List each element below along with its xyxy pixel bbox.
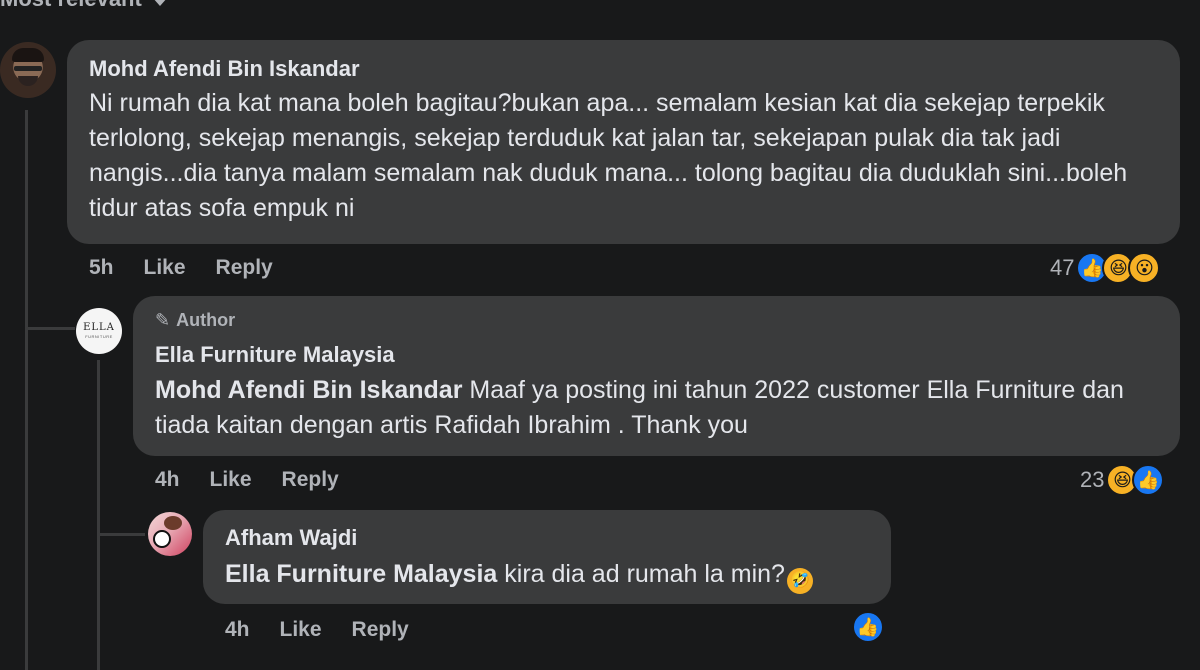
reaction-summary[interactable]: 47 👍 😆 😮 xyxy=(1050,252,1161,284)
like-icon: 👍 xyxy=(852,611,884,643)
reply-button[interactable]: Reply xyxy=(282,468,339,492)
avatar-logo-subtext: FURNITURE xyxy=(85,334,113,339)
like-icon: 👍 xyxy=(1132,464,1165,496)
wow-icon: 😮 xyxy=(1128,252,1161,284)
comment-text: Ella Furniture Malaysia kira dia ad ruma… xyxy=(225,557,885,594)
reaction-summary[interactable]: 👍 xyxy=(852,611,884,643)
reaction-summary[interactable]: 23 😆 👍 xyxy=(1080,464,1165,496)
comment-text: Mohd Afendi Bin Iskandar Maaf ya posting… xyxy=(155,373,1165,443)
thread-branch xyxy=(97,533,145,536)
mention-link[interactable]: Ella Furniture Malaysia xyxy=(225,560,497,588)
like-button[interactable]: Like xyxy=(144,256,186,280)
like-button[interactable]: Like xyxy=(210,468,252,492)
avatar-beard xyxy=(18,76,38,86)
comment-text-body: kira dia ad rumah la min? xyxy=(497,560,785,588)
avatar-hair xyxy=(12,48,44,62)
comment-actions: 4h Like Reply xyxy=(155,468,339,492)
reply-button[interactable]: Reply xyxy=(352,618,409,642)
thread-line xyxy=(97,360,100,670)
avatar[interactable] xyxy=(148,512,192,556)
comment-actions: 4h Like Reply xyxy=(225,618,409,642)
avatar-glasses xyxy=(14,66,42,71)
avatar-face xyxy=(153,530,171,548)
pencil-icon: ✎ xyxy=(155,310,171,330)
avatar-hair xyxy=(164,516,182,530)
reply-button[interactable]: Reply xyxy=(216,256,273,280)
thread-line xyxy=(25,110,28,670)
mention-link[interactable]: Mohd Afendi Bin Iskandar xyxy=(155,376,462,404)
comment-text: Ni rumah dia kat mana boleh bagitau?buka… xyxy=(89,89,1128,222)
comment-actions: 5h Like Reply xyxy=(89,256,273,280)
rofl-emoji-icon: 🤣 xyxy=(786,568,813,594)
author-badge: ✎ Author xyxy=(155,310,235,331)
avatar[interactable] xyxy=(0,42,56,98)
sort-dropdown[interactable]: Most relevant xyxy=(0,0,168,12)
timestamp[interactable]: 5h xyxy=(89,256,114,280)
timestamp[interactable]: 4h xyxy=(225,618,250,642)
author-badge-label: Author xyxy=(176,310,236,330)
reaction-count: 47 xyxy=(1050,255,1075,280)
avatar-logo-text: ELLA xyxy=(83,322,115,333)
comment-author[interactable]: Ella Furniture Malaysia xyxy=(155,342,395,368)
comment-author[interactable]: Afham Wajdi xyxy=(225,525,357,551)
sort-label: Most relevant xyxy=(0,0,142,12)
chevron-down-icon xyxy=(151,0,168,6)
avatar[interactable]: ELLA FURNITURE xyxy=(76,308,122,354)
reaction-count: 23 xyxy=(1080,467,1105,492)
comment-author[interactable]: Mohd Afendi Bin Iskandar xyxy=(89,56,360,82)
like-button[interactable]: Like xyxy=(280,618,322,642)
timestamp[interactable]: 4h xyxy=(155,468,180,492)
thread-branch xyxy=(25,327,75,330)
